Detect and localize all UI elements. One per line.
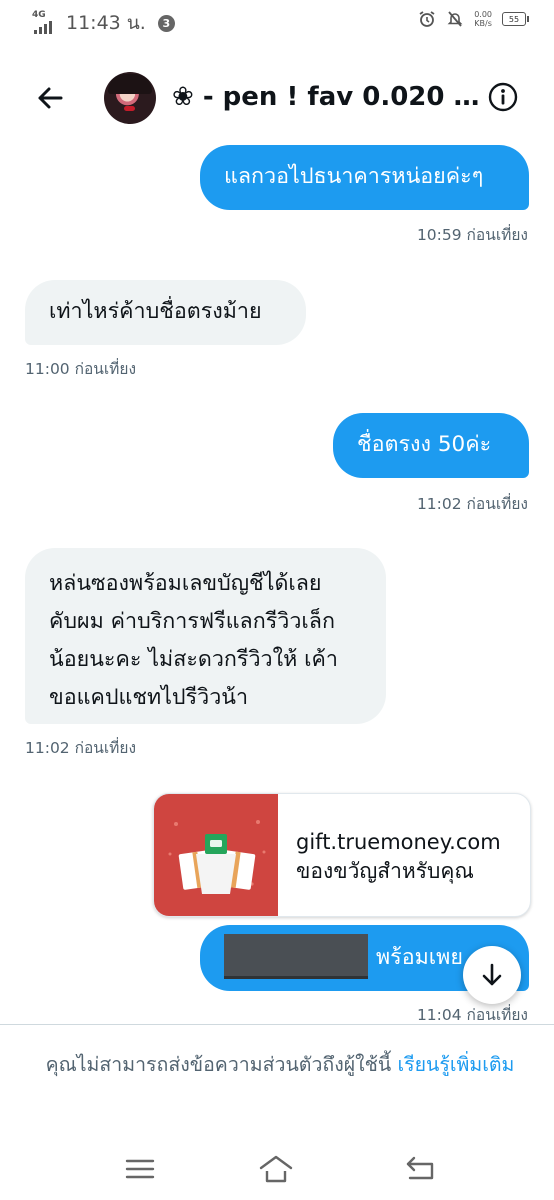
message-timestamp: 11:02 ก่อนเที่ยง	[416, 495, 528, 513]
divider	[0, 1024, 554, 1025]
link-domain: gift.truemoney.com	[296, 830, 501, 854]
back-arrow-icon[interactable]	[30, 78, 70, 118]
message-text-line: น้อยนะคะ ไม่สะดวกรีวิวให้ เค้า	[49, 647, 338, 672]
message-text: พร้อมเพย	[376, 945, 463, 970]
silent-bell-icon	[447, 11, 463, 27]
data-speed: 0.00 KB/s	[474, 10, 492, 28]
message-bubble-incoming[interactable]: หล่นซองพร้อมเลขบัญชีได้เลย คับผม ค่าบริก…	[25, 548, 386, 724]
message-timestamp: 10:59 ก่อนเที่ยง	[416, 226, 528, 244]
scroll-to-bottom-button[interactable]	[463, 946, 521, 1004]
message-bubble-outgoing[interactable]: ชื่อตรงง 50ค่ะ	[333, 413, 529, 478]
message-text-line: คับผม ค่าบริการฟรีแลกรีวิวเล็ก	[49, 609, 335, 634]
message-text: แลกวอไปธนาคารหน่อยค่ะๆ	[224, 164, 484, 189]
message-text: ชื่อตรงง 50ค่ะ	[357, 432, 492, 457]
avatar[interactable]	[104, 72, 156, 124]
status-time: 11:43 น.	[66, 12, 146, 34]
network-type: 4G	[32, 10, 46, 20]
message-timestamp: 11:02 ก่อนเที่ยง	[25, 739, 137, 757]
learn-more-link[interactable]: เรียนรู้เพิ่มเติม	[397, 1053, 514, 1076]
gift-card-image	[154, 794, 278, 916]
system-navigation-bar	[0, 1140, 554, 1200]
dm-restriction-notice: คุณไม่สามารถส่งข้อความส่วนตัวถึงผู้ใช้นี…	[30, 1049, 530, 1081]
info-icon[interactable]	[488, 82, 518, 112]
notice-text: คุณไม่สามารถส่งข้อความส่วนตัวถึงผู้ใช้นี…	[45, 1053, 398, 1076]
redaction-block	[224, 934, 368, 979]
link-preview-card[interactable]: gift.truemoney.com ของขวัญสำหรับคุณ	[153, 793, 531, 917]
status-bar: 4G 11:43 น. 3 0.00 KB/s 55	[0, 0, 554, 44]
conversation-header: ❀ - pen ! fav 0.020 ex...	[0, 64, 554, 134]
message-text-line: ขอแคปแชทไปรีวิวน้า	[49, 685, 249, 710]
message-text: เท่าไหร่ค้าบชื่อตรงม้าย	[49, 299, 262, 324]
notification-count-badge: 3	[157, 14, 175, 32]
conversation-title[interactable]: ❀ - pen ! fav 0.020 ex...	[172, 82, 482, 112]
gift-box-icon	[168, 820, 266, 894]
arrow-down-icon	[482, 963, 502, 986]
message-bubble-outgoing[interactable]: แลกวอไปธนาคารหน่อยค่ะๆ	[200, 145, 529, 210]
return-icon[interactable]	[402, 1154, 438, 1184]
message-text-line: หล่นซองพร้อมเลขบัญชีได้เลย	[49, 571, 322, 596]
home-icon[interactable]	[258, 1154, 294, 1184]
message-bubble-incoming[interactable]: เท่าไหร่ค้าบชื่อตรงม้าย	[25, 280, 306, 345]
battery-icon: 55	[502, 12, 529, 26]
menu-icon[interactable]	[122, 1154, 158, 1184]
link-subtitle: ของขวัญสำหรับคุณ	[296, 859, 474, 883]
cellular-signal-icon: 4G	[32, 10, 58, 34]
message-timestamp: 11:00 ก่อนเที่ยง	[25, 360, 137, 378]
alarm-icon	[419, 11, 435, 27]
